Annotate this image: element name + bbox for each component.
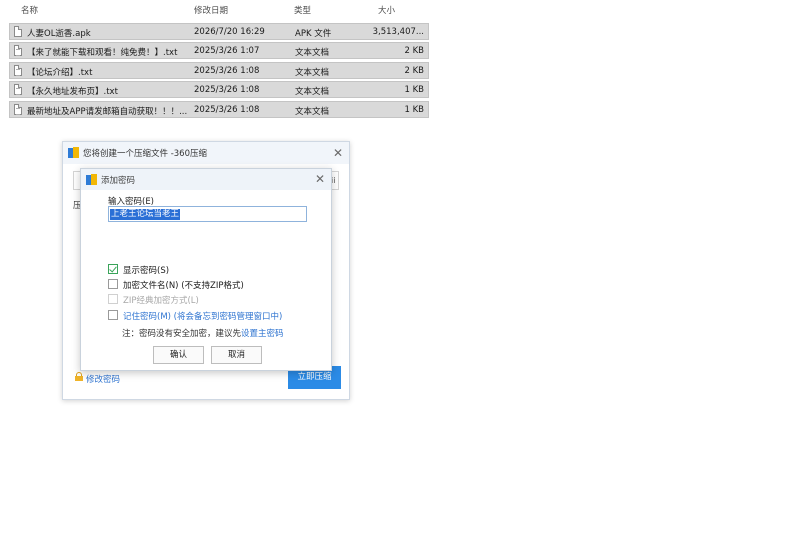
password-input[interactable]: 上老王论坛当老王 <box>108 206 307 222</box>
file-type: 文本文档 <box>295 48 330 58</box>
ok-button[interactable]: 确认 <box>153 346 204 364</box>
file-date: 2025/3/26 1:08 <box>194 105 260 115</box>
sort-up-icon: ^ <box>97 0 105 6</box>
app-360-zip-icon <box>86 174 97 185</box>
encrypt-filenames-label: 加密文件名(N) (不支持ZIP格式) <box>123 281 244 291</box>
file-row[interactable]: 【来了就能下载和观看！纯免费！】.txt 2025/3/26 1:07 文本文档… <box>9 42 429 59</box>
file-size: 2 KB <box>404 46 424 56</box>
file-icon <box>14 26 22 37</box>
password-input-value: 上老王论坛当老王 <box>110 209 181 220</box>
column-header-date[interactable]: 修改日期 <box>194 4 228 16</box>
text-file-icon <box>14 104 22 115</box>
remember-password-label: 记住密码(M) (将会备忘到密码管理窗口中) <box>123 312 283 322</box>
file-date: 2025/3/26 1:08 <box>194 85 260 95</box>
set-master-password-link[interactable]: 设置主密码 <box>241 329 284 339</box>
add-password-dialog: 添加密码 ✕ 输入密码(E) 上老王论坛当老王 显示密码(S) 加密文件名(N)… <box>80 168 332 371</box>
file-row[interactable]: 【论坛介绍】.txt 2025/3/26 1:08 文本文档 2 KB <box>9 62 429 79</box>
file-date: 2026/7/20 16:29 <box>194 27 265 37</box>
column-header-type[interactable]: 类型 <box>294 4 311 16</box>
file-size: 1 KB <box>404 85 424 95</box>
file-name: 【永久地址发布页】.txt <box>27 87 118 97</box>
modify-password-label: 修改密码 <box>86 375 121 385</box>
close-icon[interactable]: ✕ <box>315 173 325 185</box>
lock-icon <box>75 372 83 381</box>
text-file-icon <box>14 84 22 95</box>
file-type: 文本文档 <box>295 68 330 78</box>
show-password-label: 显示密码(S) <box>123 266 170 276</box>
file-name: 最新地址及APP请发邮箱自动获取！！！... <box>27 107 188 117</box>
checkbox-disabled-icon <box>108 294 118 304</box>
file-size: 3,513,407... <box>372 27 424 37</box>
password-dialog-title: 添加密码 <box>101 176 136 186</box>
column-header-name[interactable]: 名称 <box>21 4 38 16</box>
file-type: 文本文档 <box>295 107 330 117</box>
file-size: 1 KB <box>404 105 424 115</box>
cancel-button[interactable]: 取消 <box>211 346 262 364</box>
app-360-zip-icon <box>68 147 79 158</box>
close-icon[interactable]: ✕ <box>333 147 343 159</box>
file-row[interactable]: 人妻OL逝香.apk 2026/7/20 16:29 APK 文件 3,513,… <box>9 23 429 40</box>
file-row[interactable]: 【永久地址发布页】.txt 2025/3/26 1:08 文本文档 1 KB <box>9 81 429 98</box>
checkbox-icon <box>108 310 118 320</box>
checkbox-icon <box>108 279 118 289</box>
file-list-header: ^ 名称 修改日期 类型 大小 <box>0 0 430 20</box>
text-file-icon <box>14 45 22 56</box>
zip-classic-label: ZIP经典加密方式(L) <box>123 296 199 306</box>
checkbox-checked-icon <box>108 264 118 274</box>
security-note: 注：密码没有安全加密，建议先设置主密码 <box>122 327 284 339</box>
file-row[interactable]: 最新地址及APP请发邮箱自动获取！！！... 2025/3/26 1:08 文本… <box>9 101 429 118</box>
dialog-title: 您将创建一个压缩文件 -360压缩 <box>83 149 207 159</box>
file-date: 2025/3/26 1:08 <box>194 66 260 76</box>
file-size: 2 KB <box>404 66 424 76</box>
file-type: 文本文档 <box>295 87 330 97</box>
file-name: 【论坛介绍】.txt <box>27 68 93 78</box>
file-name: 【来了就能下载和观看！纯免费！】.txt <box>27 48 178 58</box>
password-dialog-title-bar[interactable]: 添加密码 ✕ <box>81 169 331 190</box>
security-note-text: 注：密码没有安全加密，建议先 <box>122 329 242 339</box>
dialog-title-bar[interactable]: 您将创建一个压缩文件 -360压缩 ✕ <box>63 142 349 164</box>
column-header-size[interactable]: 大小 <box>378 4 395 16</box>
file-date: 2025/3/26 1:07 <box>194 46 260 56</box>
file-name: 人妻OL逝香.apk <box>27 29 91 39</box>
text-file-icon <box>14 65 22 76</box>
file-type: APK 文件 <box>295 29 332 39</box>
